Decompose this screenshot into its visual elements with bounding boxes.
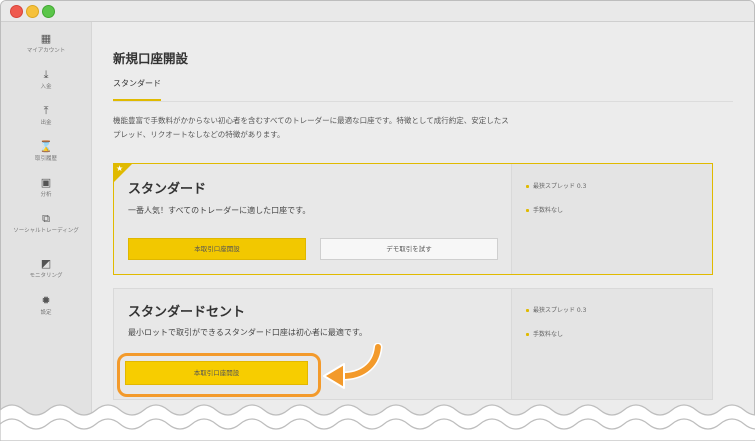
card-features: 最狭スプレッド 0.3 手数料なし bbox=[511, 289, 712, 399]
tab-standard[interactable]: スタンダード bbox=[113, 78, 161, 89]
sidebar-item-history[interactable]: ⌛ 取引履歴 bbox=[1, 140, 91, 163]
sidebar-item-analysis[interactable]: ▣ 分析 bbox=[1, 176, 91, 199]
card-features: 最狭スプレッド 0.3 手数料なし bbox=[511, 164, 712, 274]
sidebar-item-monitoring[interactable]: ◩ モニタリング bbox=[1, 257, 91, 280]
feature-item: 最狭スプレッド 0.3 bbox=[526, 305, 586, 314]
maximize-window-icon[interactable] bbox=[42, 5, 55, 18]
sidebar-item-deposit[interactable]: ⤓ 入金 bbox=[1, 68, 91, 91]
card-subtitle: 一番人気！すべてのトレーダーに適した口座です。 bbox=[128, 206, 311, 215]
sidebar-item-label: 取引履歴 bbox=[34, 156, 57, 162]
download-icon: ⤓ bbox=[43, 68, 49, 81]
page-title: 新規口座開設 bbox=[113, 51, 189, 66]
sidebar-item-label: マイアカウント bbox=[26, 48, 66, 54]
tab-divider bbox=[113, 101, 733, 102]
sidebar-item-label: 設定 bbox=[40, 310, 52, 316]
sidebar-item-settings[interactable]: ✹ 設定 bbox=[1, 294, 91, 317]
close-window-icon[interactable] bbox=[10, 5, 23, 18]
minimize-window-icon[interactable] bbox=[26, 5, 39, 18]
torn-edge bbox=[0, 404, 755, 441]
upload-icon: ⤒ bbox=[43, 104, 49, 117]
sidebar-item-label: 分析 bbox=[40, 192, 52, 198]
open-live-account-button[interactable]: 本取引口座開設 bbox=[128, 238, 306, 260]
open-live-account-button-cent[interactable]: 本取引口座開設 bbox=[125, 361, 308, 385]
try-demo-button[interactable]: デモ取引を試す bbox=[320, 238, 498, 260]
gear-icon: ✹ bbox=[41, 294, 51, 307]
sidebar-item-withdraw[interactable]: ⤒ 出金 bbox=[1, 104, 91, 127]
title-bar bbox=[1, 1, 754, 22]
sidebar-item-label: 出金 bbox=[40, 120, 52, 126]
copy-icon: ⧉ bbox=[42, 212, 50, 225]
card-title: スタンダードセント bbox=[128, 305, 246, 320]
feature-item: 最狭スプレッド 0.3 bbox=[526, 181, 586, 190]
card-title: スタンダード bbox=[128, 182, 207, 197]
feature-item: 手数料なし bbox=[526, 329, 563, 338]
account-description: 機能豊富で手数料がかからない初心者を含むすべてのトレーダーに最適な口座です。特徴… bbox=[113, 116, 509, 139]
pointer-arrow-icon bbox=[323, 343, 383, 389]
sidebar-item-label: モニタリング bbox=[29, 273, 63, 279]
hourglass-icon: ⌛ bbox=[39, 140, 53, 153]
chart-icon: ▣ bbox=[40, 176, 52, 189]
card-subtitle: 最小ロットで取引ができるスタンダード口座は初心者に最適です。 bbox=[128, 328, 368, 337]
monitor-icon: ◩ bbox=[40, 257, 52, 270]
sidebar-item-my-account[interactable]: ▦ マイアカウント bbox=[1, 32, 91, 55]
sidebar-item-social-trading[interactable]: ⧉ ソーシャルトレーディング bbox=[1, 212, 91, 235]
sidebar-item-label: 入金 bbox=[40, 84, 52, 90]
sidebar-item-label: ソーシャルトレーディング bbox=[13, 228, 79, 234]
feature-item: 手数料なし bbox=[526, 205, 563, 214]
account-card-standard: ★ スタンダード 一番人気！すべてのトレーダーに適した口座です。 本取引口座開設… bbox=[113, 163, 713, 275]
sidebar: ▦ マイアカウント ⤓ 入金 ⤒ 出金 ⌛ 取引履歴 ▣ 分析 ⧉ ソーシャルト… bbox=[1, 22, 92, 440]
qr-icon: ▦ bbox=[40, 32, 52, 45]
star-icon: ★ bbox=[116, 164, 124, 173]
